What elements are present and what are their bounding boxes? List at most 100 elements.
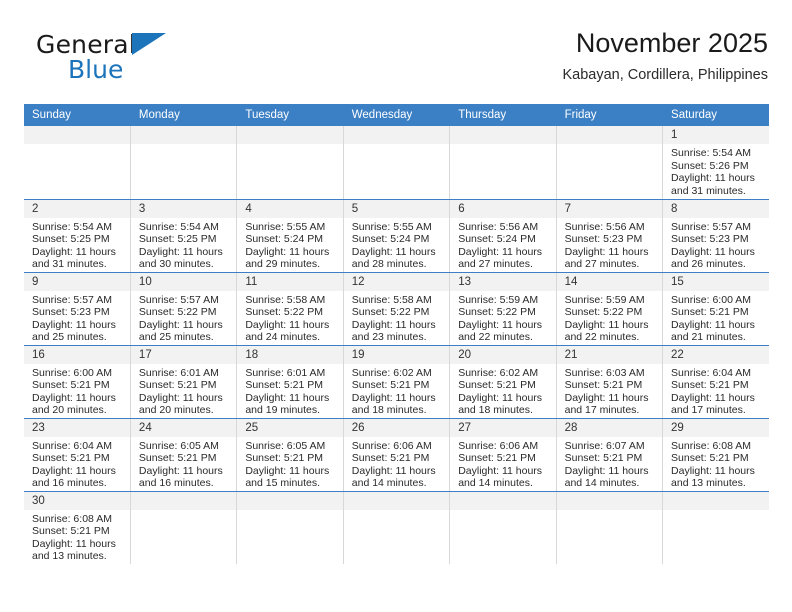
daylight-text-line2: and 15 minutes. xyxy=(245,477,321,490)
calendar-empty-cell xyxy=(449,491,557,564)
sunrise-text: Sunrise: 6:02 AM xyxy=(351,366,432,379)
weekday-header-tuesday: Tuesday xyxy=(236,104,344,126)
daylight-text-line2: and 24 minutes. xyxy=(245,331,321,344)
daylight-text-line2: and 14 minutes. xyxy=(564,477,640,490)
calendar-day-cell[interactable]: 24 Sunrise: 6:05 AM Sunset: 5:21 PM Dayligh… xyxy=(129,418,237,492)
daylight-text-line1: Daylight: 11 hours xyxy=(138,245,223,258)
daylight-text-line2: and 27 minutes. xyxy=(458,258,533,271)
calendar-day-cell[interactable]: 14 Sunrise: 5:59 AM Sunset: 5:22 PM Dayligh… xyxy=(555,272,663,346)
daylight-text-line1: Daylight: 11 hours xyxy=(564,318,649,331)
sunrise-text: Sunrise: 5:59 AM xyxy=(458,293,539,306)
day-details: Sunrise: 6:01 AM Sunset: 5:21 PM Daylight:… xyxy=(237,364,342,417)
day-number xyxy=(130,126,237,144)
calendar-day-cell[interactable]: 28 Sunrise: 6:07 AM Sunset: 5:21 PM Dayligh… xyxy=(555,418,663,492)
sunrise-text: Sunrise: 5:57 AM xyxy=(138,293,219,306)
day-details: Sunrise: 6:06 AM Sunset: 5:21 PM Daylight:… xyxy=(344,437,449,490)
calendar-day-cell[interactable]: 30 Sunrise: 6:08 AM Sunset: 5:21 PM Dayligh… xyxy=(24,491,130,564)
daylight-text-line2: and 20 minutes. xyxy=(32,404,107,417)
day-details: Sunrise: 6:05 AM Sunset: 5:21 PM Daylight:… xyxy=(237,437,342,490)
triangle-icon xyxy=(132,33,166,55)
sunrise-text: Sunrise: 5:54 AM xyxy=(32,220,112,233)
daylight-text-line2: and 31 minutes. xyxy=(32,258,107,271)
daylight-text-line2: and 22 minutes. xyxy=(564,331,640,344)
calendar-empty-cell xyxy=(662,491,769,564)
sunrise-text: Sunrise: 6:02 AM xyxy=(458,366,539,379)
daylight-text-line1: Daylight: 11 hours xyxy=(32,464,116,477)
day-number: 12 xyxy=(343,272,450,291)
weekday-header-friday: Friday xyxy=(555,104,663,126)
calendar-day-cell[interactable]: 7 Sunrise: 5:56 AM Sunset: 5:23 PM Daylight… xyxy=(555,199,663,273)
daylight-text-line2: and 21 minutes. xyxy=(671,331,746,344)
calendar-day-cell[interactable]: 15 Sunrise: 6:00 AM Sunset: 5:21 PM Dayligh… xyxy=(662,272,769,346)
day-number: 21 xyxy=(556,345,663,364)
day-details: Sunrise: 6:04 AM Sunset: 5:21 PM Daylight:… xyxy=(663,364,769,417)
sunset-text: Sunset: 5:21 PM xyxy=(671,379,749,392)
day-number: 9 xyxy=(24,272,130,291)
day-number: 27 xyxy=(450,418,556,437)
calendar-day-cell[interactable]: 25 Sunrise: 6:05 AM Sunset: 5:21 PM Dayligh… xyxy=(236,418,344,492)
calendar-week-row: 1 Sunrise: 5:54 AM Sunset: 5:26 PM Daylight… xyxy=(24,126,769,200)
day-details: Sunrise: 6:08 AM Sunset: 5:21 PM Daylight:… xyxy=(24,510,130,563)
calendar-day-cell[interactable]: 27 Sunrise: 6:06 AM Sunset: 5:21 PM Dayligh… xyxy=(449,418,557,492)
calendar-day-cell[interactable]: 6 Sunrise: 5:56 AM Sunset: 5:24 PM Daylight… xyxy=(449,199,557,273)
daylight-text-line1: Daylight: 11 hours xyxy=(671,391,755,404)
calendar-day-cell[interactable]: 11 Sunrise: 5:58 AM Sunset: 5:22 PM Dayligh… xyxy=(236,272,344,346)
weekday-header-wednesday: Wednesday xyxy=(342,104,450,126)
sunset-text: Sunset: 5:23 PM xyxy=(564,233,643,246)
daylight-text-line2: and 23 minutes. xyxy=(351,331,427,344)
daylight-text-line2: and 17 minutes. xyxy=(564,404,640,417)
sunset-text: Sunset: 5:21 PM xyxy=(458,452,536,465)
calendar-day-cell[interactable]: 16 Sunrise: 6:00 AM Sunset: 5:21 PM Dayligh… xyxy=(24,345,131,419)
calendar-day-cell[interactable]: 5 Sunrise: 5:55 AM Sunset: 5:24 PM Daylight… xyxy=(342,199,450,273)
day-details: Sunrise: 5:54 AM Sunset: 5:25 PM Daylight:… xyxy=(131,218,236,271)
weekday-header-row: Sunday Monday Tuesday Wednesday Thursday… xyxy=(24,104,769,126)
calendar-day-cell[interactable]: 3 Sunrise: 5:54 AM Sunset: 5:25 PM Daylight… xyxy=(129,199,237,273)
calendar-day-cell[interactable]: 12 Sunrise: 5:58 AM Sunset: 5:22 PM Dayligh… xyxy=(342,272,450,346)
sunset-text: Sunset: 5:24 PM xyxy=(458,233,536,246)
calendar-day-cell[interactable]: 9 Sunrise: 5:57 AM Sunset: 5:23 PM Daylight… xyxy=(24,272,131,346)
day-details: Sunrise: 6:02 AM Sunset: 5:21 PM Daylight:… xyxy=(344,364,449,417)
sunrise-text: Sunrise: 6:00 AM xyxy=(671,293,751,306)
day-details: Sunrise: 5:57 AM Sunset: 5:23 PM Daylight:… xyxy=(24,291,130,344)
daylight-text-line2: and 13 minutes. xyxy=(671,477,746,490)
calendar-day-cell[interactable]: 4 Sunrise: 5:55 AM Sunset: 5:24 PM Daylight… xyxy=(236,199,344,273)
daylight-text-line1: Daylight: 11 hours xyxy=(564,245,649,258)
calendar-week-row: 16 Sunrise: 6:00 AM Sunset: 5:21 PM Dayligh… xyxy=(24,345,769,419)
day-number: 20 xyxy=(450,345,556,364)
day-details: Sunrise: 5:56 AM Sunset: 5:24 PM Daylight:… xyxy=(450,218,555,271)
calendar-day-cell[interactable]: 19 Sunrise: 6:02 AM Sunset: 5:21 PM Dayligh… xyxy=(342,345,450,419)
calendar-day-cell[interactable]: 2 Sunrise: 5:54 AM Sunset: 5:25 PM Daylight… xyxy=(24,199,131,273)
sunset-text: Sunset: 5:21 PM xyxy=(671,452,749,465)
brand-name-blue: Blue xyxy=(68,55,124,84)
calendar-empty-cell xyxy=(555,491,663,564)
calendar-empty-cell xyxy=(555,126,663,200)
calendar-day-cell[interactable]: 22 Sunrise: 6:04 AM Sunset: 5:21 PM Dayligh… xyxy=(662,345,769,419)
day-details: Sunrise: 5:57 AM Sunset: 5:22 PM Daylight:… xyxy=(131,291,236,344)
day-number: 29 xyxy=(663,418,769,437)
sunset-text: Sunset: 5:21 PM xyxy=(458,379,536,392)
daylight-text-line1: Daylight: 11 hours xyxy=(351,245,436,258)
calendar-day-cell[interactable]: 23 Sunrise: 6:04 AM Sunset: 5:21 PM Dayligh… xyxy=(24,418,131,492)
brand-logo[interactable]: General Blue xyxy=(36,30,256,90)
calendar-day-cell[interactable]: 20 Sunrise: 6:02 AM Sunset: 5:21 PM Dayligh… xyxy=(449,345,557,419)
calendar-day-cell[interactable]: 8 Sunrise: 5:57 AM Sunset: 5:23 PM Daylight… xyxy=(662,199,769,273)
calendar-day-cell[interactable]: 1 Sunrise: 5:54 AM Sunset: 5:26 PM Daylight… xyxy=(662,126,769,200)
day-details: Sunrise: 5:58 AM Sunset: 5:22 PM Daylight:… xyxy=(237,291,342,344)
calendar-day-cell[interactable]: 18 Sunrise: 6:01 AM Sunset: 5:21 PM Dayligh… xyxy=(236,345,344,419)
calendar-day-cell[interactable]: 29 Sunrise: 6:08 AM Sunset: 5:21 PM Dayligh… xyxy=(662,418,769,492)
calendar-day-cell[interactable]: 13 Sunrise: 5:59 AM Sunset: 5:22 PM Dayligh… xyxy=(449,272,557,346)
daylight-text-line1: Daylight: 11 hours xyxy=(245,391,330,404)
calendar-day-cell[interactable]: 17 Sunrise: 6:01 AM Sunset: 5:21 PM Dayligh… xyxy=(129,345,237,419)
sunset-text: Sunset: 5:21 PM xyxy=(32,525,110,538)
sunrise-text: Sunrise: 5:57 AM xyxy=(671,220,751,233)
daylight-text-line2: and 18 minutes. xyxy=(351,404,427,417)
sunrise-text: Sunrise: 5:54 AM xyxy=(671,147,751,159)
day-number: 24 xyxy=(130,418,237,437)
calendar-day-cell[interactable]: 21 Sunrise: 6:03 AM Sunset: 5:21 PM Dayligh… xyxy=(555,345,663,419)
daylight-text-line1: Daylight: 11 hours xyxy=(564,464,649,477)
sunrise-text: Sunrise: 5:56 AM xyxy=(564,220,645,233)
sunrise-text: Sunrise: 5:55 AM xyxy=(351,220,432,233)
calendar-day-cell[interactable]: 10 Sunrise: 5:57 AM Sunset: 5:22 PM Dayligh… xyxy=(129,272,237,346)
calendar-day-cell[interactable]: 26 Sunrise: 6:06 AM Sunset: 5:21 PM Dayligh… xyxy=(342,418,450,492)
sunset-text: Sunset: 5:25 PM xyxy=(138,233,217,246)
